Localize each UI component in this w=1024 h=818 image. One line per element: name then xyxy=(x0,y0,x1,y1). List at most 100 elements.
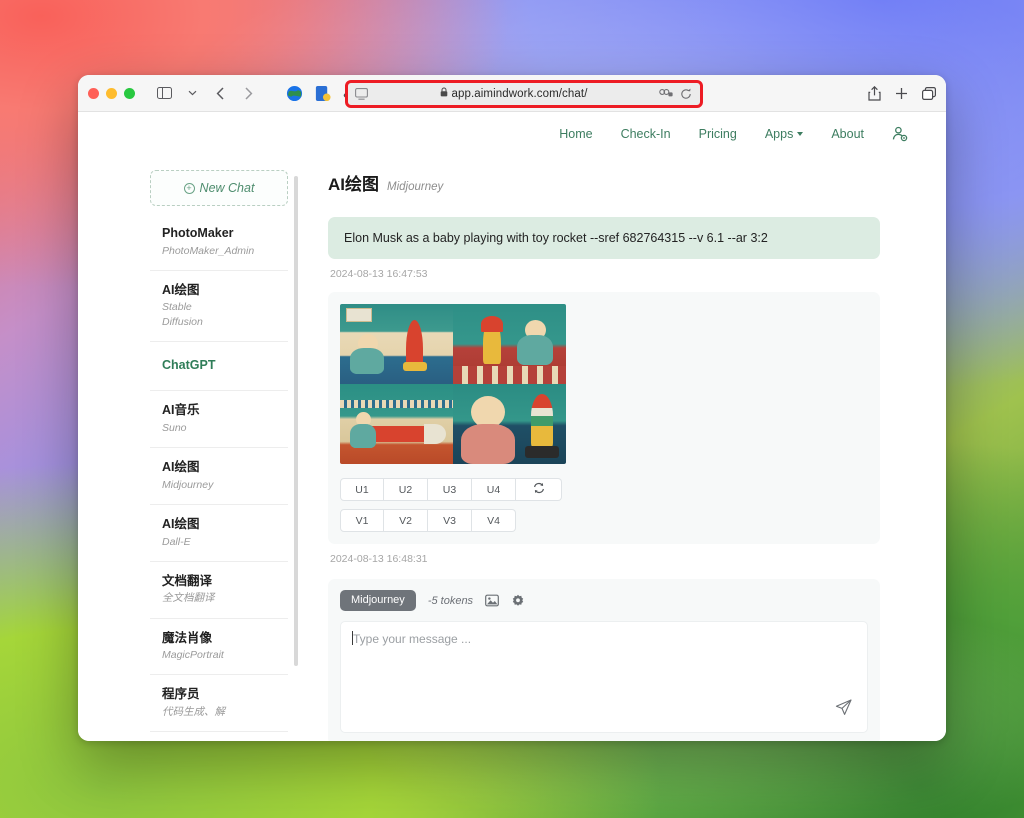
sidebar-item-name: AI音乐 xyxy=(162,403,200,418)
nav-pricing[interactable]: Pricing xyxy=(699,127,737,141)
tab-overview-icon[interactable] xyxy=(922,86,936,100)
reload-icon[interactable] xyxy=(680,88,692,100)
user-message-bubble: Elon Musk as a baby playing with toy roc… xyxy=(328,217,880,260)
upscale-button-row: U1 U2 U3 U4 xyxy=(340,478,868,502)
chat-sidebar: + New Chat PhotoMaker PhotoMaker_Admin A… xyxy=(78,156,306,741)
sidebar-item-name: AI绘图 xyxy=(162,516,200,531)
reroll-button[interactable] xyxy=(516,478,562,502)
sidebar-bot-list: PhotoMaker PhotoMaker_Admin AI绘图 Stable … xyxy=(150,214,288,733)
chat-main: AI绘图 Midjourney Elon Musk as a baby play… xyxy=(306,156,946,741)
composer-toolbar: Midjourney -5 tokens xyxy=(340,590,868,612)
reader-view-icon[interactable] xyxy=(355,87,368,100)
nav-home[interactable]: Home xyxy=(559,127,592,141)
sidebar-item-name: AI绘图 xyxy=(162,282,200,297)
sidebar-toggle-icon[interactable] xyxy=(153,82,175,104)
sidebar-item-sub: PhotoMaker_Admin xyxy=(162,244,255,257)
extension-note-icon[interactable] xyxy=(311,82,333,104)
browser-window: app.aimindwork.com/chat/ Home Check-In P… xyxy=(78,75,946,741)
sidebar-item-suno[interactable]: AI音乐 Suno xyxy=(150,391,288,449)
sidebar-item-sub: MagicPortrait xyxy=(162,649,224,662)
chevron-down-icon[interactable] xyxy=(181,82,203,104)
message-input-placeholder: Type your message ... xyxy=(353,632,472,647)
sidebar-item-photomaker[interactable]: PhotoMaker PhotoMaker_Admin xyxy=(150,214,288,271)
nav-checkin[interactable]: Check-In xyxy=(621,127,671,141)
minimize-window-button[interactable] xyxy=(106,87,117,99)
upscale-button-u3[interactable]: U3 xyxy=(428,478,472,502)
address-bar-container[interactable]: app.aimindwork.com/chat/ xyxy=(346,80,701,107)
sidebar-item-midjourney[interactable]: AI绘图 Midjourney xyxy=(150,448,288,505)
new-chat-label: New Chat xyxy=(199,181,255,195)
forward-button[interactable] xyxy=(237,82,259,104)
text-caret xyxy=(352,631,353,646)
message-input[interactable]: Type your message ... xyxy=(340,621,868,734)
plus-circle-icon: + xyxy=(183,182,195,194)
generated-image-4[interactable] xyxy=(453,384,566,465)
sidebar-item-name: 程序员 xyxy=(162,687,200,702)
refresh-icon xyxy=(533,482,545,497)
sidebar-item-sub: Stable Diffusion xyxy=(162,301,203,328)
generated-image-3[interactable] xyxy=(340,384,453,465)
sidebar-item-sub: Suno xyxy=(162,422,187,435)
zoom-window-button[interactable] xyxy=(124,87,135,99)
url-text-container: app.aimindwork.com/chat/ xyxy=(368,87,659,100)
response-timestamp: 2024-08-13 16:48:31 xyxy=(330,553,428,566)
sidebar-item-programmer[interactable]: 程序员 代码生成、解 xyxy=(150,675,288,733)
nav-about[interactable]: About xyxy=(831,127,864,141)
model-chip[interactable]: Midjourney xyxy=(340,590,416,612)
new-chat-button[interactable]: + New Chat xyxy=(150,170,288,206)
traffic-lights xyxy=(88,87,135,99)
variation-button-v4[interactable]: V4 xyxy=(472,509,516,533)
sidebar-item-sub: Dall-E xyxy=(162,535,191,548)
upscale-button-u1[interactable]: U1 xyxy=(340,478,384,502)
upscale-button-u2[interactable]: U2 xyxy=(384,478,428,502)
user-gear-icon[interactable] xyxy=(892,126,908,142)
extension-toggle-icon[interactable] xyxy=(659,88,673,99)
lock-icon xyxy=(440,87,448,100)
new-tab-icon[interactable] xyxy=(895,87,908,100)
nav-apps[interactable]: Apps xyxy=(765,127,804,141)
user-message-text: Elon Musk as a baby playing with toy roc… xyxy=(344,231,768,245)
share-icon[interactable] xyxy=(868,85,881,101)
sidebar-item-doc-translate[interactable]: 文档翻译 全文档翻译 xyxy=(150,562,288,619)
extension-globe-icon[interactable] xyxy=(283,82,305,104)
sidebar-item-magicportrait[interactable]: 魔法肖像 MagicPortrait xyxy=(150,619,288,676)
variation-button-v3[interactable]: V3 xyxy=(428,509,472,533)
message-timestamp: 2024-08-13 16:47:53 xyxy=(330,268,428,281)
sidebar-item-name: AI绘图 xyxy=(162,460,200,475)
gear-icon[interactable] xyxy=(511,594,525,608)
sidebar-scrollbar[interactable] xyxy=(294,176,298,666)
send-icon[interactable] xyxy=(834,698,853,722)
image-icon[interactable] xyxy=(485,594,499,607)
token-cost-label: -5 tokens xyxy=(427,594,474,607)
chat-title-text: AI绘图 xyxy=(328,175,379,194)
chevron-down-icon xyxy=(797,132,804,136)
variation-button-row: V1 V2 V3 V4 xyxy=(340,509,868,533)
sidebar-item-name: 文档翻译 xyxy=(162,573,213,588)
sidebar-item-dalle[interactable]: AI绘图 Dall-E xyxy=(150,505,288,562)
close-window-button[interactable] xyxy=(88,87,99,99)
toolbar-right-actions xyxy=(868,85,936,101)
sidebar-item-chatgpt[interactable]: ChatGPT xyxy=(150,342,288,392)
variation-button-v1[interactable]: V1 xyxy=(340,509,384,533)
page-title: AI绘图 Midjourney xyxy=(328,170,880,195)
sidebar-item-sub: 全文档翻译 xyxy=(162,592,215,605)
app-body: + New Chat PhotoMaker PhotoMaker_Admin A… xyxy=(78,156,946,741)
site-navigation: Home Check-In Pricing Apps About xyxy=(78,112,946,156)
upscale-button-u4[interactable]: U4 xyxy=(472,478,516,502)
address-bar[interactable]: app.aimindwork.com/chat/ xyxy=(346,80,701,107)
generated-image-1[interactable] xyxy=(340,304,453,385)
sidebar-item-sub: Midjourney xyxy=(162,478,214,491)
generated-image-grid[interactable] xyxy=(340,304,566,465)
sidebar-item-stable-diffusion[interactable]: AI绘图 Stable Diffusion xyxy=(150,271,288,342)
browser-toolbar: app.aimindwork.com/chat/ xyxy=(78,75,946,112)
back-button[interactable] xyxy=(209,82,231,104)
variation-button-v2[interactable]: V2 xyxy=(384,509,428,533)
url-text: app.aimindwork.com/chat/ xyxy=(451,87,588,100)
page-content: Home Check-In Pricing Apps About + New C… xyxy=(78,112,946,741)
nav-apps-label: Apps xyxy=(764,127,794,141)
generated-image-2[interactable] xyxy=(453,304,566,385)
chat-subtitle: Midjourney xyxy=(387,181,444,193)
sidebar-item-name: PhotoMaker xyxy=(162,226,234,240)
assistant-response-card: U1 U2 U3 U4 V1 V2 V3 V4 xyxy=(328,292,880,545)
sidebar-item-name: 魔法肖像 xyxy=(162,630,213,645)
